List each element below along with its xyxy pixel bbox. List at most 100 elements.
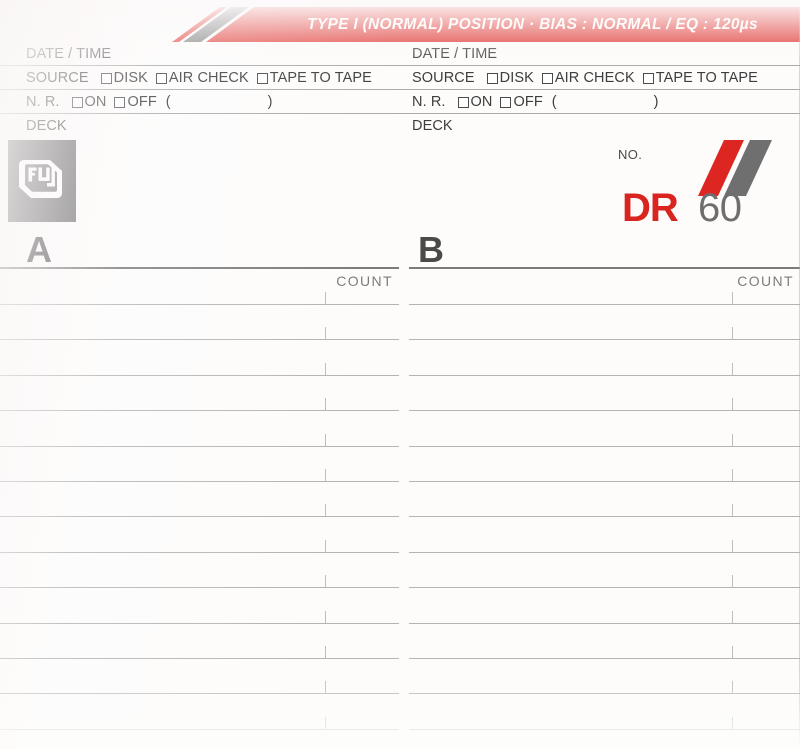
side-b-label: B <box>418 229 444 270</box>
track-line[interactable] <box>0 587 399 588</box>
fuji-logo <box>8 140 76 222</box>
source-option-tape-to-tape-a[interactable]: TAPE TO TAPE <box>256 70 372 86</box>
form-label-source-b: SOURCE <box>412 70 475 86</box>
source-option-disk-a[interactable]: DISK <box>100 70 148 86</box>
form-label-nr-b: N. R. <box>412 94 446 110</box>
count-tick-icon <box>732 540 733 552</box>
track-line[interactable] <box>409 375 800 376</box>
checkbox-icon[interactable] <box>642 72 654 84</box>
track-line[interactable] <box>409 729 800 730</box>
checkbox-icon[interactable] <box>500 96 512 108</box>
count-tick-icon <box>325 540 326 552</box>
count-tick-icon <box>325 646 326 658</box>
nr-paren-open-a: ( <box>165 94 171 110</box>
track-line[interactable] <box>409 623 800 624</box>
form-label-deck-a: DECK <box>26 118 67 134</box>
track-line[interactable] <box>0 446 399 447</box>
count-tick-icon <box>325 504 326 516</box>
count-tick-icon <box>732 327 733 339</box>
nr-option-on-a[interactable]: ON <box>71 94 107 110</box>
source-option-disk-b[interactable]: DISK <box>486 70 534 86</box>
count-tick-icon <box>325 469 326 481</box>
nr-option-off-label-a: OFF <box>127 94 157 110</box>
checkbox-icon[interactable] <box>114 96 126 108</box>
nr-option-on-label-b: ON <box>470 94 493 110</box>
form-field-nr-side-a[interactable]: N. R. ON OFF ( ) <box>26 90 272 114</box>
source-option-air-check-b[interactable]: AIR CHECK <box>541 70 635 86</box>
track-line[interactable] <box>0 729 399 730</box>
checkbox-icon[interactable] <box>256 72 268 84</box>
form-row-source: SOURCE DISK AIR CHECK TAPE TO TAPE SOURC… <box>0 66 800 90</box>
side-a-count-label: COUNT <box>336 273 393 289</box>
header-form: DATE / TIME DATE / TIME SOURCE DISK AIR … <box>0 42 800 140</box>
count-tick-icon <box>325 717 326 729</box>
nr-option-on-b[interactable]: ON <box>457 94 493 110</box>
form-field-date-time-side-a[interactable]: DATE / TIME <box>26 42 115 66</box>
track-line[interactable] <box>409 693 800 694</box>
track-line[interactable] <box>0 410 399 411</box>
count-tick-icon <box>732 504 733 516</box>
count-tick-icon <box>325 327 326 339</box>
side-a-divider <box>0 267 399 270</box>
checkbox-icon[interactable] <box>100 72 112 84</box>
serial-number-label: NO. <box>618 147 643 162</box>
count-tick-icon <box>732 575 733 587</box>
form-field-deck-side-b[interactable]: DECK <box>412 114 457 138</box>
source-option-disk-label-b: DISK <box>499 70 534 86</box>
form-field-source-side-b[interactable]: SOURCE DISK AIR CHECK TAPE TO TAPE <box>412 66 758 90</box>
checkbox-icon[interactable] <box>155 72 167 84</box>
form-label-nr-a: N. R. <box>26 94 60 110</box>
count-tick-icon <box>732 469 733 481</box>
track-line[interactable] <box>0 516 399 517</box>
type-band: TYPE I (NORMAL) POSITION · BIAS : NORMAL… <box>0 7 800 42</box>
checkbox-icon[interactable] <box>71 96 83 108</box>
track-line[interactable] <box>409 516 800 517</box>
track-line[interactable] <box>0 658 399 659</box>
track-line[interactable] <box>0 552 399 553</box>
track-line[interactable] <box>409 446 800 447</box>
source-option-tape-to-tape-label-a: TAPE TO TAPE <box>269 70 372 86</box>
count-tick-icon <box>732 681 733 693</box>
nr-option-off-a[interactable]: OFF <box>114 94 157 110</box>
form-field-date-time-side-b[interactable]: DATE / TIME <box>412 42 501 66</box>
track-line[interactable] <box>0 623 399 624</box>
form-field-nr-side-b[interactable]: N. R. ON OFF ( ) <box>412 90 658 114</box>
form-field-deck-side-a[interactable]: DECK <box>26 114 71 138</box>
checkbox-icon[interactable] <box>541 72 553 84</box>
track-line[interactable] <box>0 481 399 482</box>
count-tick-icon <box>732 292 733 304</box>
count-tick-icon <box>325 398 326 410</box>
track-line[interactable] <box>409 587 800 588</box>
nr-option-off-b[interactable]: OFF <box>500 94 543 110</box>
form-label-date-time-a: DATE / TIME <box>26 46 112 62</box>
track-line[interactable] <box>0 339 399 340</box>
count-tick-icon <box>732 611 733 623</box>
count-tick-icon <box>325 681 326 693</box>
track-line[interactable] <box>409 658 800 659</box>
track-line[interactable] <box>409 410 800 411</box>
source-option-air-check-label-b: AIR CHECK <box>554 70 635 86</box>
form-field-source-side-a[interactable]: SOURCE DISK AIR CHECK TAPE TO TAPE <box>26 66 372 90</box>
count-tick-icon <box>325 611 326 623</box>
track-line[interactable] <box>409 304 800 305</box>
product-model: DR <box>622 186 679 230</box>
count-tick-icon <box>325 434 326 446</box>
source-option-tape-to-tape-label-b: TAPE TO TAPE <box>655 70 758 86</box>
track-line[interactable] <box>409 481 800 482</box>
checkbox-icon[interactable] <box>457 96 469 108</box>
checkbox-icon[interactable] <box>486 72 498 84</box>
nr-paren-close-b: ) <box>653 94 659 110</box>
track-line[interactable] <box>409 339 800 340</box>
count-tick-icon <box>732 434 733 446</box>
fuji-brand-icon <box>19 160 62 198</box>
form-row-date-time: DATE / TIME DATE / TIME <box>0 42 800 66</box>
source-option-air-check-a[interactable]: AIR CHECK <box>155 70 249 86</box>
source-option-tape-to-tape-b[interactable]: TAPE TO TAPE <box>642 70 758 86</box>
form-label-deck-b: DECK <box>412 118 453 134</box>
track-line[interactable] <box>0 375 399 376</box>
track-line[interactable] <box>0 304 399 305</box>
product-identity-block: NO. DR 60 <box>594 140 794 230</box>
track-line[interactable] <box>409 552 800 553</box>
track-line[interactable] <box>0 693 399 694</box>
nr-option-off-label-b: OFF <box>513 94 543 110</box>
